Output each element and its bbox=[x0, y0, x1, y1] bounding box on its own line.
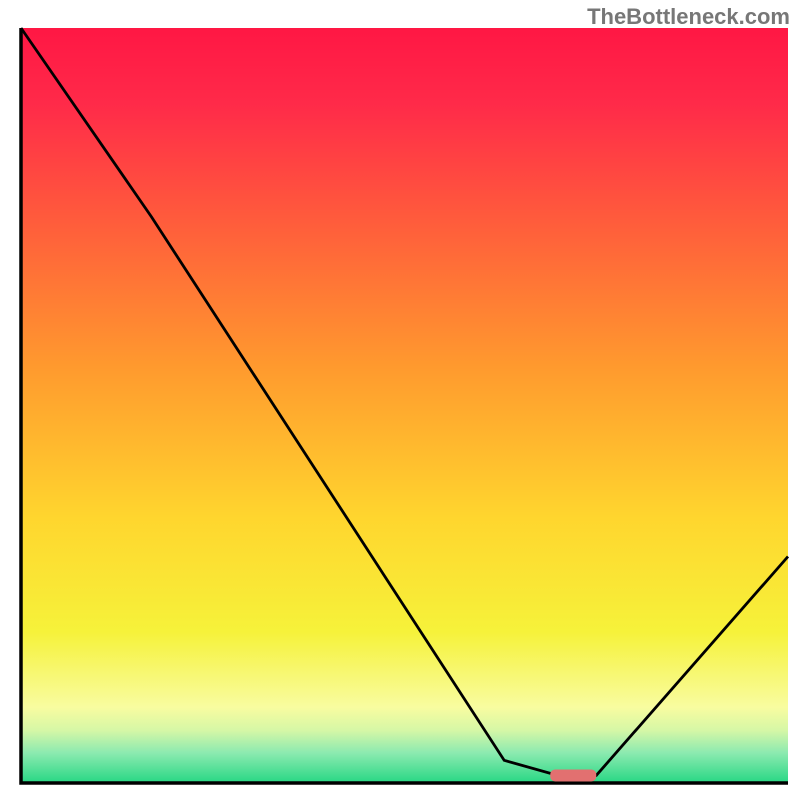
chart-container: TheBottleneck.com bbox=[0, 0, 800, 800]
watermark-text: TheBottleneck.com bbox=[587, 4, 790, 30]
bottleneck-chart bbox=[0, 0, 800, 800]
plot-background bbox=[21, 28, 788, 783]
optimal-marker bbox=[550, 769, 596, 781]
